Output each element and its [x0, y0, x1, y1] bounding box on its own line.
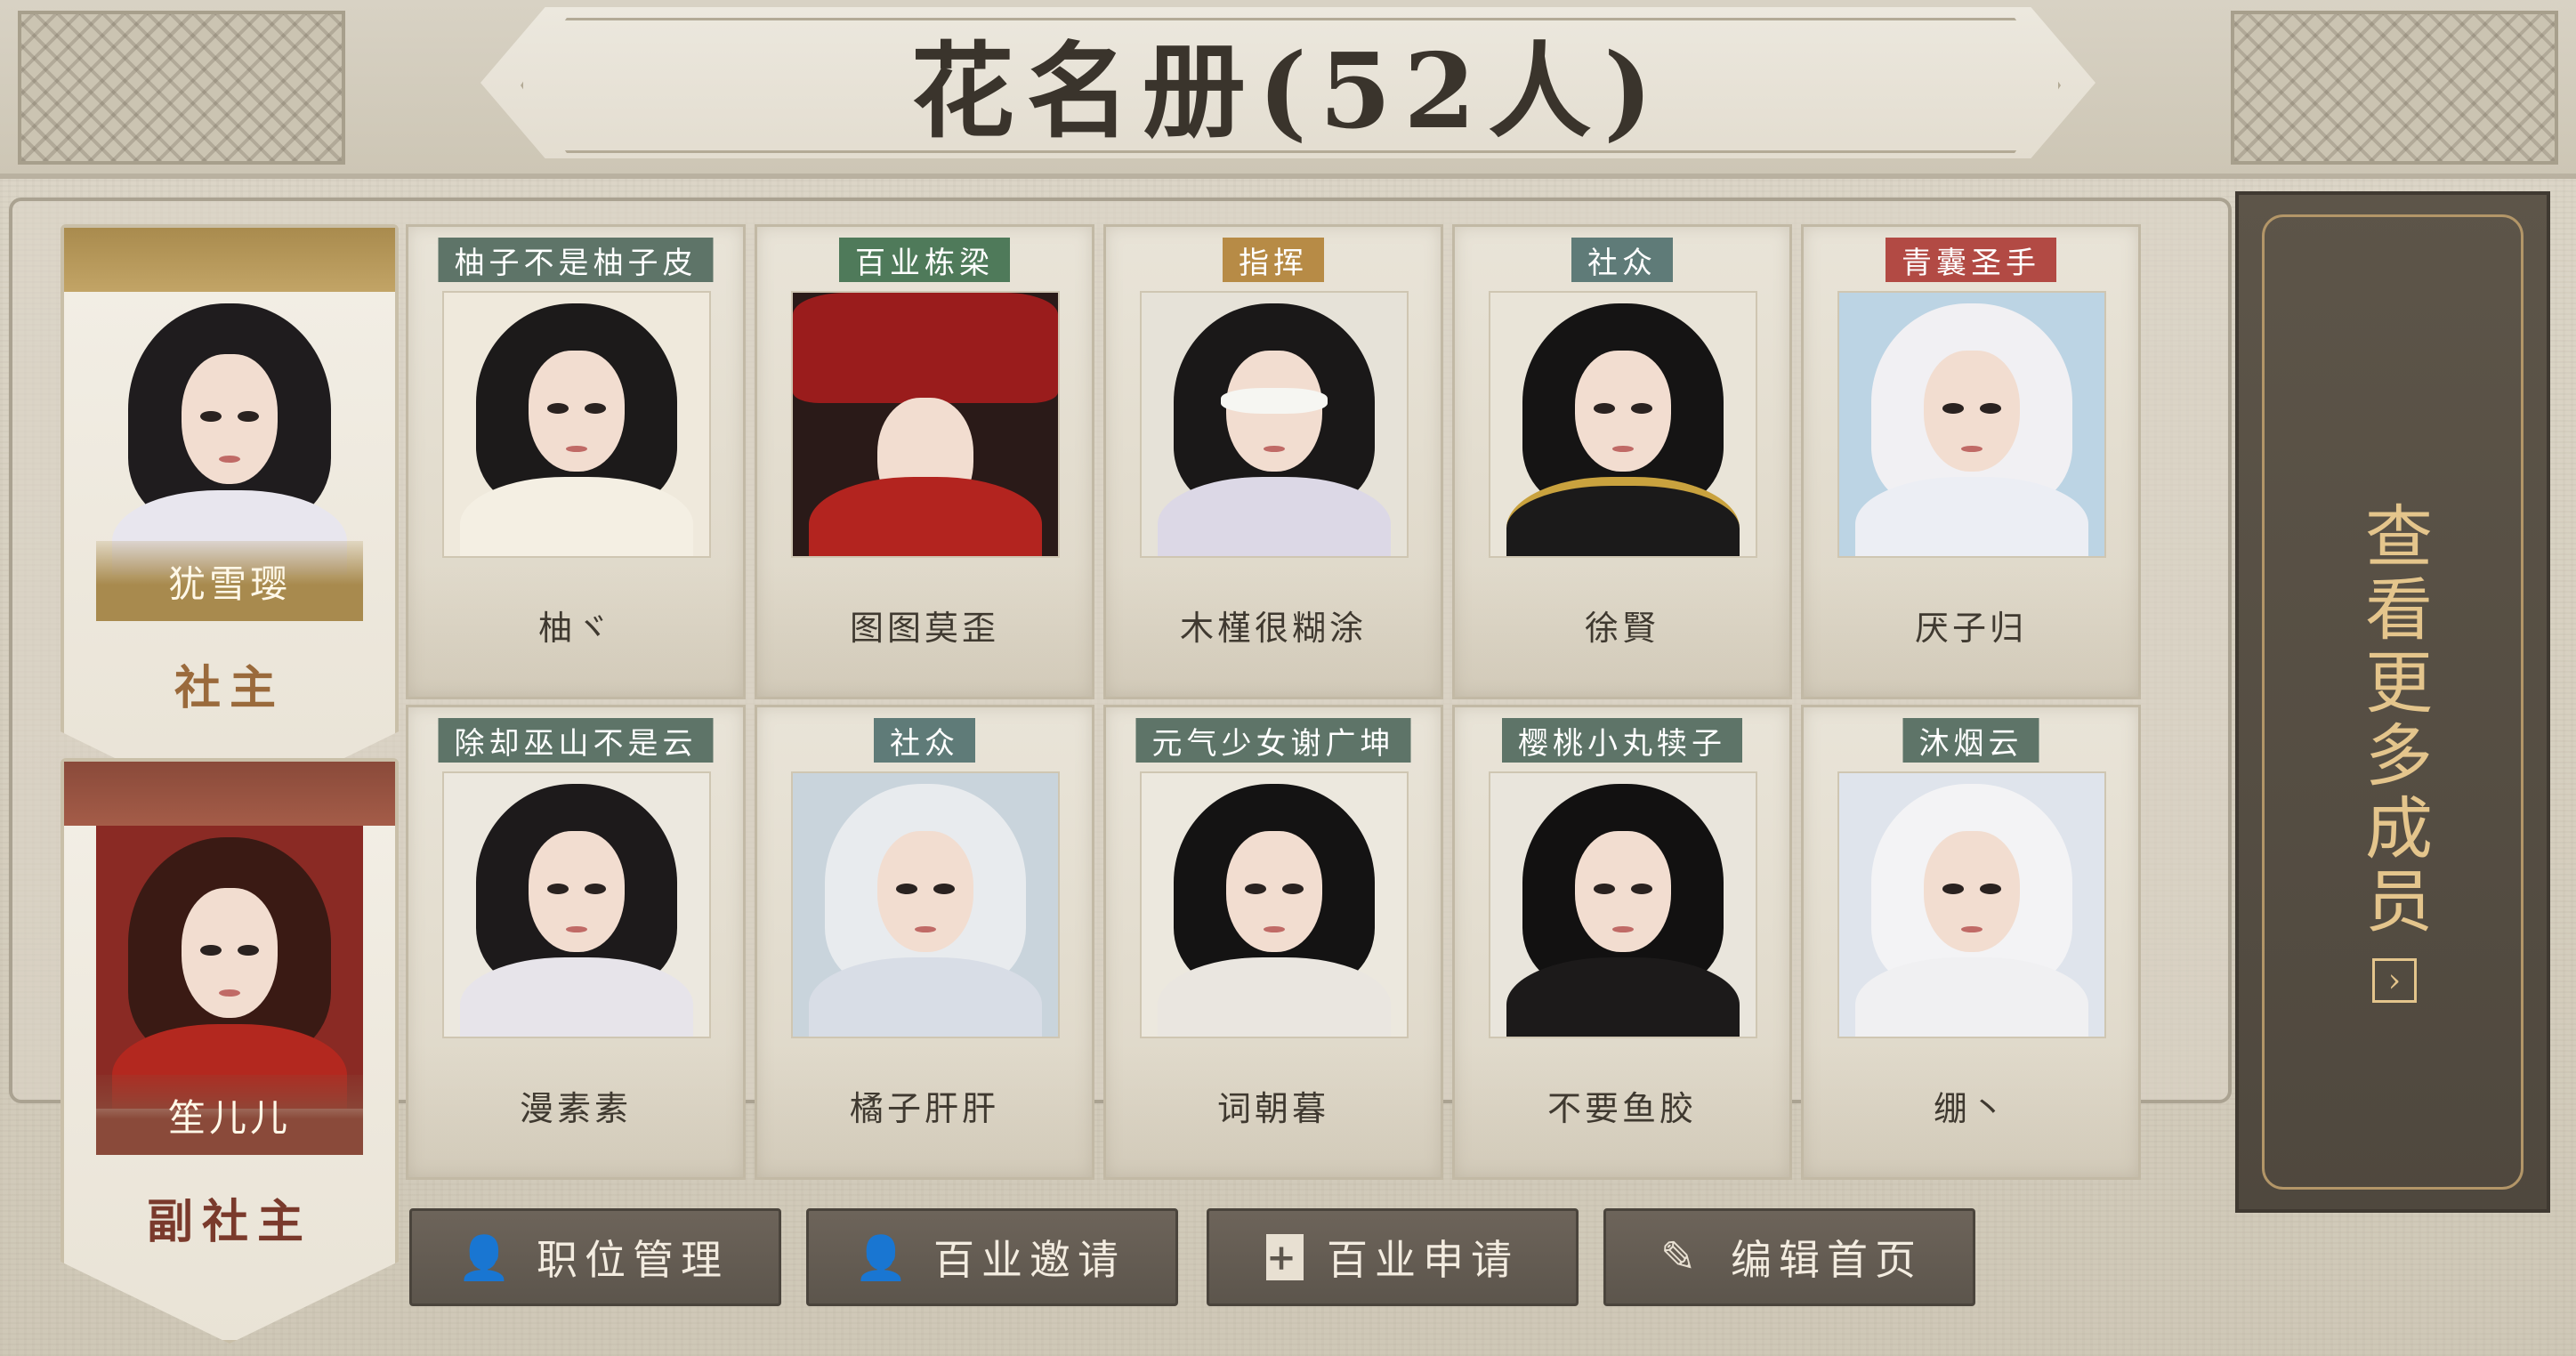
member-name: 柚ヾ	[537, 609, 613, 648]
member-title-tag: 社众	[874, 718, 975, 763]
member-portrait	[1489, 771, 1757, 1038]
member-card[interactable]: 百业栋梁 图图莫歪	[755, 224, 1094, 699]
position-manage-label: 职位管理	[537, 1236, 729, 1284]
member-card[interactable]: 樱桃小丸犊子 不要鱼胶	[1452, 705, 1792, 1180]
leader-portrait	[96, 826, 363, 1109]
member-title-tag: 樱桃小丸犊子	[1502, 718, 1742, 763]
member-card[interactable]: 柚子不是柚子皮 柚ヾ	[406, 224, 746, 699]
member-card[interactable]: 元气少女谢广坤 词朝暮	[1103, 705, 1443, 1180]
leader-card-owner[interactable]: 犹雪璎 社主	[61, 224, 399, 814]
guild-invite-button[interactable]: 👤 百业邀请	[806, 1208, 1178, 1306]
view-more-members-button[interactable]: 查看更多成员 ›	[2235, 191, 2550, 1213]
document-plus-icon: +	[1266, 1234, 1304, 1280]
position-manage-button[interactable]: 👤 职位管理	[409, 1208, 781, 1306]
member-card[interactable]: 除却巫山不是云 漫素素	[406, 705, 746, 1180]
member-card[interactable]: 指挥 木槿很糊涂	[1103, 224, 1443, 699]
header-ornament-left	[18, 11, 345, 165]
leader-role: 副社主	[146, 1195, 312, 1249]
member-name: 漫素素	[519, 1089, 632, 1128]
leader-role: 社主	[174, 661, 285, 715]
page-title: 花名册(52人)	[910, 31, 1666, 152]
person-add-icon: 👤	[854, 1232, 915, 1283]
guild-apply-button[interactable]: + 百业申请	[1207, 1208, 1579, 1306]
chevron-right-icon: ›	[2372, 958, 2417, 1003]
member-card[interactable]: 社众 橘子肝肝	[755, 705, 1094, 1180]
member-portrait	[1489, 291, 1757, 558]
brush-icon: ✎	[1659, 1232, 1704, 1282]
member-name: 木槿很糊涂	[1179, 609, 1367, 648]
member-title-tag: 沐烟云	[1902, 718, 2039, 763]
member-name: 图图莫歪	[849, 609, 999, 648]
member-portrait	[1837, 771, 2106, 1038]
member-card[interactable]: 沐烟云 绷丶	[1801, 705, 2141, 1180]
member-name: 徐賢	[1584, 609, 1659, 648]
member-card[interactable]: 青囊圣手 厌子归	[1801, 224, 2141, 699]
guild-apply-label: 百业申请	[1327, 1236, 1519, 1284]
leader-band	[64, 762, 395, 826]
member-title-tag: 社众	[1571, 238, 1673, 282]
leader-card-vice[interactable]: 笙儿儿 副社主	[61, 758, 399, 1344]
member-portrait	[442, 291, 711, 558]
member-portrait	[1837, 291, 2106, 558]
member-portrait	[791, 771, 1060, 1038]
member-title-tag: 元气少女谢广坤	[1135, 718, 1411, 763]
member-name: 厌子归	[1914, 609, 2027, 648]
member-name: 橘子肝肝	[849, 1089, 999, 1128]
member-portrait	[442, 771, 711, 1038]
member-portrait	[1140, 771, 1409, 1038]
member-portrait	[1140, 291, 1409, 558]
member-title-tag: 柚子不是柚子皮	[438, 238, 714, 282]
member-title-tag: 指挥	[1223, 238, 1324, 282]
member-title-tag: 百业栋梁	[839, 238, 1010, 282]
guild-invite-label: 百业邀请	[933, 1236, 1126, 1284]
edit-homepage-label: 编辑首页	[1731, 1236, 1923, 1284]
header-bar: 花名册(52人)	[0, 0, 2576, 179]
member-title-tag: 除却巫山不是云	[438, 718, 714, 763]
leader-name: 笙儿儿	[96, 1075, 363, 1155]
member-name: 不要鱼胶	[1546, 1089, 1697, 1128]
leader-band	[64, 228, 395, 292]
person-manage-icon: 👤	[457, 1232, 518, 1283]
member-name: 词朝暮	[1216, 1089, 1329, 1128]
leader-name: 犹雪璎	[96, 541, 363, 621]
edit-homepage-button[interactable]: ✎ 编辑首页	[1603, 1208, 1975, 1306]
member-title-tag: 青囊圣手	[1886, 238, 2056, 282]
header-ornament-right	[2231, 11, 2558, 165]
member-card[interactable]: 社众 徐賢	[1452, 224, 1792, 699]
member-portrait	[791, 291, 1060, 558]
view-more-label: 查看更多成员	[2354, 501, 2433, 939]
leader-portrait	[96, 292, 363, 575]
member-name: 绷丶	[1933, 1089, 2008, 1128]
